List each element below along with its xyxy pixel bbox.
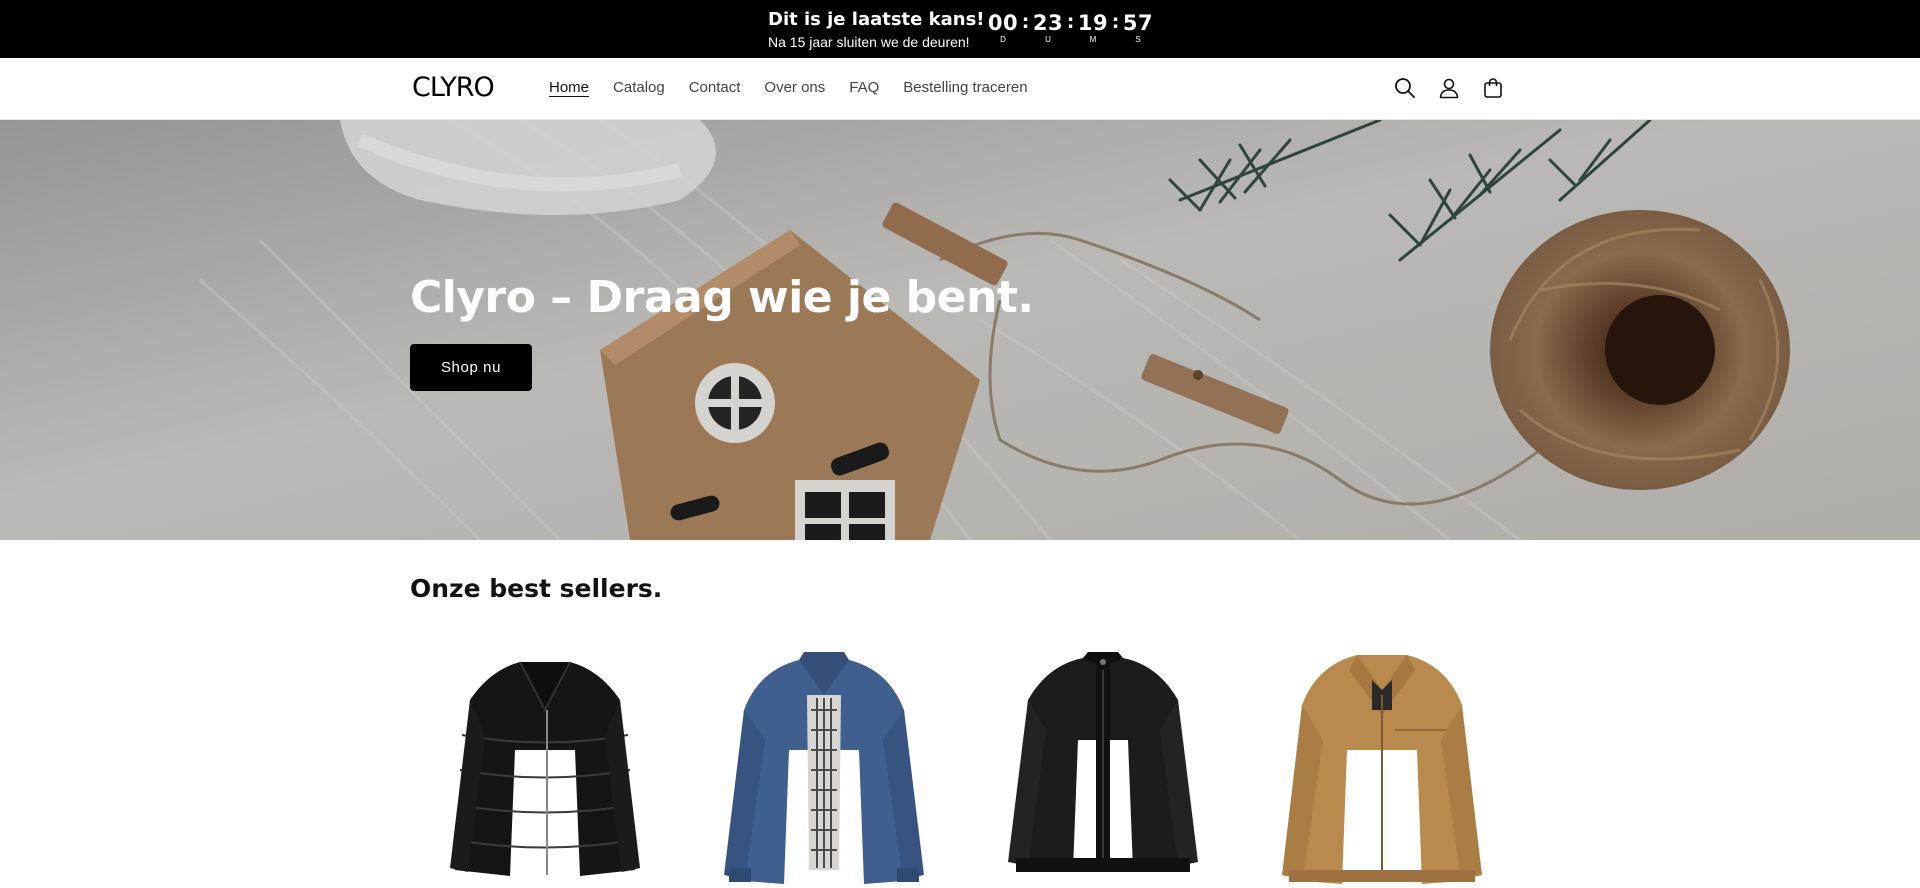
countdown-minutes-label: M [1089, 35, 1097, 44]
announcement-subtitle: Na 15 jaar sluiten we de deuren! [768, 34, 970, 50]
bestsellers-title: Onze best sellers. [410, 574, 663, 603]
announcement-title: Dit is je laatste kans! [768, 9, 985, 30]
countdown-days: 00 D [988, 11, 1018, 45]
header-icons [1391, 74, 1507, 102]
countdown-minutes: 19 M [1078, 11, 1108, 45]
nav-item-track-order[interactable]: Bestelling traceren [903, 78, 1027, 98]
site-header: CLYRO Home Catalog Contact Over ons FAQ … [0, 58, 1920, 120]
announcement-bar: Dit is je laatste kans! Na 15 jaar sluit… [0, 0, 1920, 58]
countdown-hours-label: U [1045, 35, 1051, 44]
nav-item-catalog[interactable]: Catalog [613, 78, 665, 98]
black-puffer-jacket-image [450, 661, 640, 876]
black-bomber-jacket-image [1008, 652, 1198, 872]
countdown-seconds: 57 S [1123, 11, 1153, 45]
countdown-separator: : [1021, 11, 1030, 33]
product-card-tan-harrington-jacket[interactable] [1247, 640, 1514, 888]
countdown-seconds-value: 57 [1122, 11, 1154, 35]
countdown-seconds-label: S [1135, 35, 1141, 44]
site-logo[interactable]: CLYRO [412, 72, 495, 103]
countdown-minutes-value: 19 [1077, 11, 1109, 35]
nav-item-over-ons[interactable]: Over ons [764, 78, 825, 98]
hero-title: Clyro – Draag wie je bent. [410, 272, 1034, 323]
main-nav: Home Catalog Contact Over ons FAQ Bestel… [549, 78, 1052, 98]
countdown-days-value: 00 [987, 11, 1019, 35]
search-icon[interactable] [1391, 74, 1419, 102]
hero-overlay [0, 120, 1920, 540]
countdown-separator: : [1066, 11, 1075, 33]
account-icon[interactable] [1435, 74, 1463, 102]
product-card-blue-bomber-jacket[interactable] [689, 640, 956, 888]
countdown-timer: 00 D : 23 U : 19 M : 57 S [988, 11, 1153, 45]
countdown-separator: : [1111, 11, 1120, 33]
nav-item-home[interactable]: Home [549, 78, 589, 98]
shop-now-button[interactable]: Shop nu [410, 344, 532, 391]
countdown-hours-value: 23 [1032, 11, 1064, 35]
product-grid [410, 640, 1514, 888]
nav-item-faq[interactable]: FAQ [849, 78, 879, 98]
announcement-text: Dit is je laatste kans! Na 15 jaar sluit… [768, 9, 985, 52]
countdown-hours: 23 U [1033, 11, 1063, 45]
cart-icon[interactable] [1479, 74, 1507, 102]
product-card-black-puffer-jacket[interactable] [410, 640, 677, 888]
blue-bomber-jacket-image [724, 652, 924, 884]
nav-item-contact[interactable]: Contact [689, 78, 741, 98]
countdown-days-label: D [1000, 35, 1006, 44]
tan-harrington-jacket-image [1282, 655, 1482, 884]
product-card-black-bomber-jacket[interactable] [968, 640, 1235, 888]
hero-banner: Clyro – Draag wie je bent. Shop nu [0, 120, 1920, 540]
